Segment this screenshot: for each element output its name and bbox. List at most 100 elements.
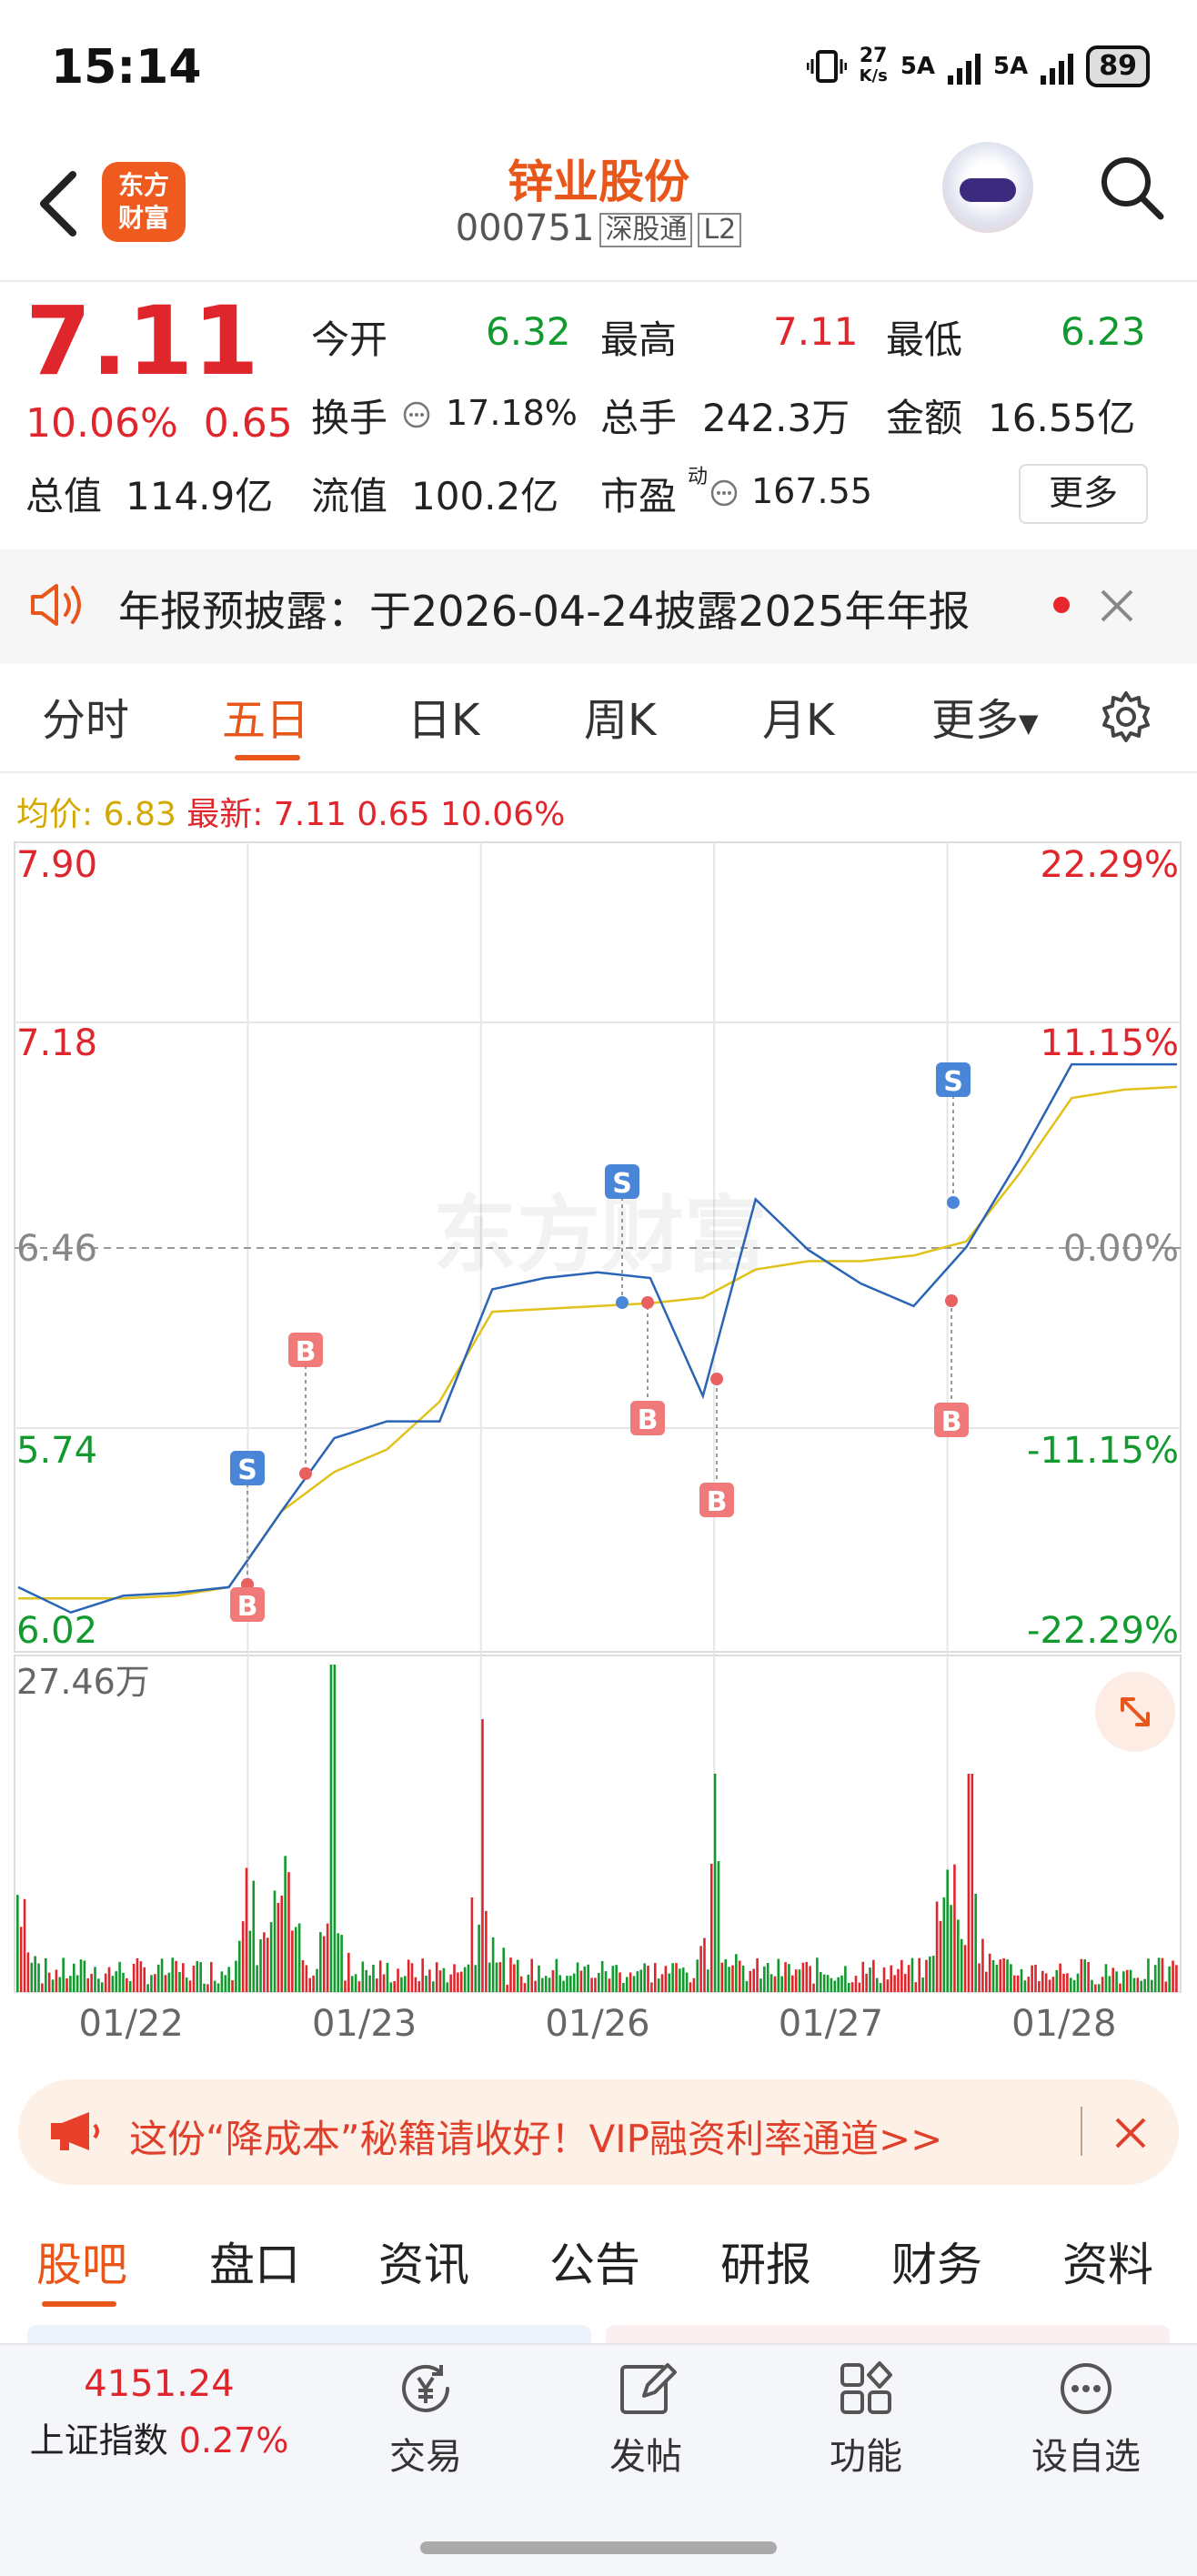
price-change: 10.06% 0.65 [25,400,293,447]
close-icon[interactable] [1099,588,1135,624]
volume-bar [1027,1977,1031,1992]
volume-bar [143,1967,146,1992]
volume-bar [156,1964,160,1992]
volume-bar [337,1933,340,1992]
volume-bar [256,1965,258,1992]
info-icon[interactable] [402,400,431,429]
volume-bar [865,1973,868,1992]
promo-text[interactable]: 这份“降成本”秘籍请收好！VIP融资利率通道>> [129,2108,942,2164]
nav-functions[interactable]: 功能 [793,2356,939,2480]
volume-bar [1112,1967,1115,1992]
trade-marker-dot [616,1296,629,1309]
volume-bar [1140,1980,1142,1992]
turnover-value: 17.18% [446,393,578,433]
volume-bar [86,1977,90,1992]
volume-bar [115,1971,118,1992]
tab-five-day[interactable]: 五日 [222,684,309,748]
volume-bar [541,1977,544,1992]
volume-bar [111,1976,115,1992]
volume-bar [516,1959,519,1992]
volume-bar [675,1963,678,1992]
notice-text[interactable]: 年报预披露：于2026-04-24披露2025年年报 [118,579,970,639]
settings-gear-icon[interactable] [1097,688,1155,746]
volume-bar [128,1981,132,1992]
index-ticker[interactable]: 4151.24 上证指数 0.27% [0,2363,318,2462]
tab-daily-k[interactable]: 日K [407,684,479,748]
tab-order-book[interactable]: 盘口 [209,2229,300,2294]
expand-chart-button[interactable] [1095,1672,1175,1752]
tab-intraday[interactable]: 分时 [42,684,129,748]
tab-research[interactable]: 研报 [720,2229,811,2294]
volume-bar [735,1954,738,1992]
volume-bar [192,1966,196,1992]
search-icon[interactable] [1097,153,1166,222]
close-icon[interactable] [1113,2116,1148,2150]
volume-bar [16,1895,19,1992]
volume-bar [632,1976,636,1992]
volume-bar [58,1977,62,1992]
tab-weekly-k[interactable]: 周K [584,684,656,748]
volume-bar [738,1960,741,1992]
amount-label: 金额 [886,396,963,440]
assistant-robot-avatar[interactable] [942,142,1033,233]
tab-forum[interactable]: 股吧 [36,2229,127,2294]
volume-bar [985,1971,988,1992]
more-quote-button[interactable]: 更多 [1019,464,1148,524]
home-indicator[interactable] [420,2541,777,2554]
divider [0,771,1197,773]
volume-bar [1087,1962,1090,1992]
volume-bar [872,1959,875,1992]
volume-bar [960,1938,963,1992]
volume-bar [284,1856,287,1992]
volume-bar [893,1975,896,1992]
volume-bar [794,1969,798,1992]
volume-bar [467,1964,470,1992]
nav-trade[interactable]: 交易 [353,2356,498,2480]
tab-monthly-k[interactable]: 月K [762,684,834,748]
volume-bar [287,1872,290,1992]
nav-post[interactable]: 发帖 [573,2356,719,2480]
volume-bar [946,1869,949,1992]
volume-bar [481,1719,484,1992]
volume-bar [1147,1958,1150,1992]
trade-marker-label: S [612,1168,632,1200]
volume-bar [858,1982,861,1992]
volume-bar [629,1972,632,1992]
volume-bar [333,1665,337,1992]
five-day-chart[interactable]: 东方财富 7.90 7.18 6.46 5.74 6.02 22.29% 11.15% 0.00… [0,837,1197,2056]
more-dots-icon [1061,2363,1112,2414]
volume-bar [132,1964,136,1992]
volume-bar [196,1960,199,1992]
volume-bar [308,1977,312,1992]
volume-bar [720,1962,724,1992]
sim2-label: 5A [993,53,1029,80]
volume-bar [1153,1965,1157,1992]
tab-more[interactable]: 更多▼ [931,684,1039,748]
tab-news[interactable]: 资讯 [378,2229,469,2294]
volume-bar [1016,1975,1020,1992]
volume-bar [47,1972,51,1992]
volume-bar [724,1958,728,1992]
volume-bar [150,1975,153,1992]
volume-bar [1012,1975,1016,1992]
volume-bar [160,1958,164,1992]
volume-bar [809,1966,811,1992]
tab-announcements[interactable]: 公告 [549,2229,640,2294]
volume-bar [1175,1965,1178,1992]
volume-bar [231,1980,234,1992]
info-icon[interactable] [709,478,739,508]
volume-bar [833,1980,837,1992]
tab-profile[interactable]: 资料 [1062,2229,1153,2294]
volume-bar [879,1983,882,1992]
price-line [17,1062,1177,1615]
volume-bar [1091,1979,1093,1992]
volume-bar [1044,1973,1048,1992]
volume-bar [316,1968,318,1992]
y-axis-tick-left: 7.18 [16,1022,97,1064]
trade-marker-dot [641,1296,654,1309]
volume-bar [55,1969,58,1992]
volume-bar [30,1962,34,1992]
nav-add-watchlist[interactable]: 设自选 [1013,2356,1159,2480]
edit-post-icon [620,2363,677,2414]
tab-financials[interactable]: 财务 [891,2229,982,2294]
